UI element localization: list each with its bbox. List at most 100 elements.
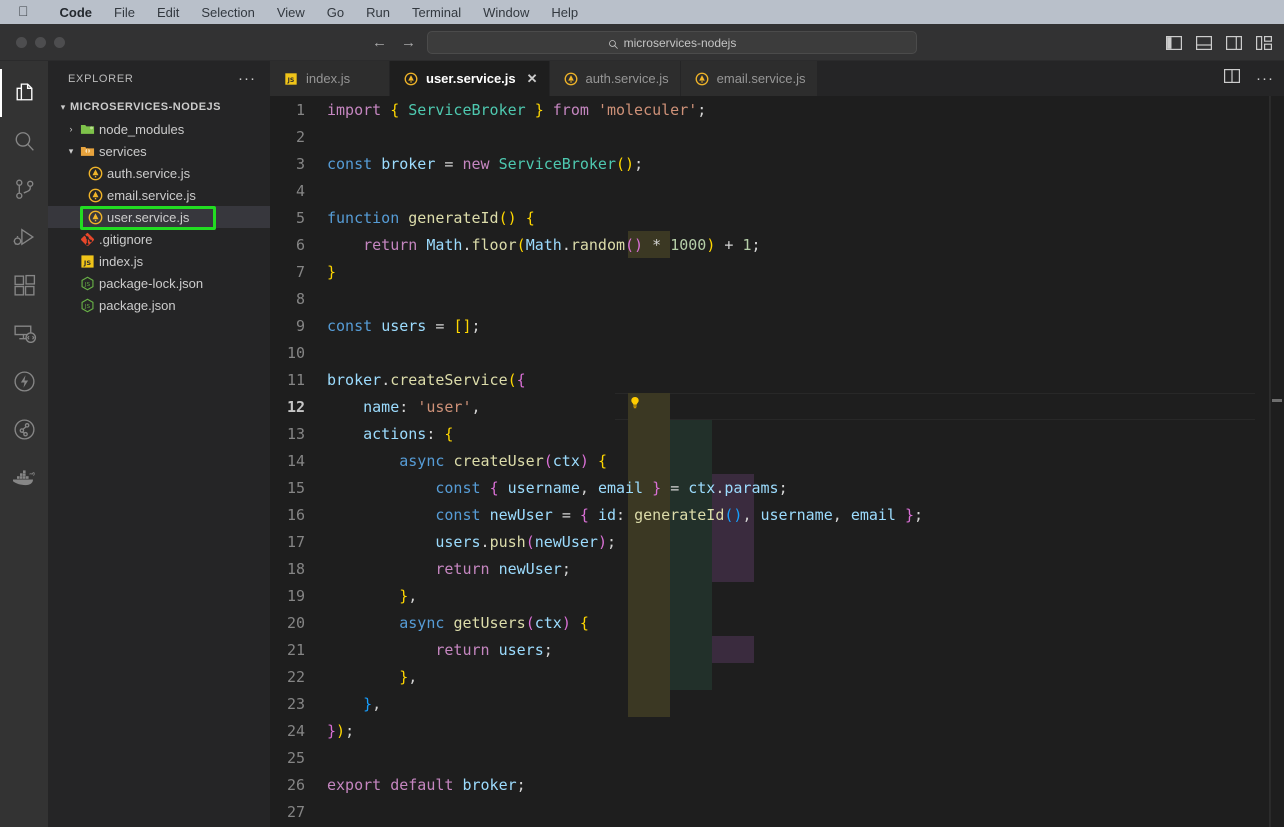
tree-row-package-json[interactable]: JS package.json bbox=[48, 294, 270, 316]
line-number: 4 bbox=[295, 181, 305, 200]
tab-user-service-js[interactable]: user.service.js ✕ bbox=[390, 61, 550, 96]
line-content: return users; bbox=[435, 640, 553, 659]
editor-overview-ruler[interactable] bbox=[1270, 96, 1284, 827]
activitybar-gitlens-button[interactable] bbox=[0, 405, 48, 453]
activitybar-extensions-button[interactable] bbox=[0, 261, 48, 309]
tree-label-index-js: index.js bbox=[99, 253, 144, 269]
js-icon: JS bbox=[283, 71, 299, 87]
customize-layout-icon[interactable] bbox=[1256, 35, 1273, 50]
code-line: 25 bbox=[270, 744, 1284, 771]
window-maximize-button[interactable] bbox=[54, 36, 65, 48]
menu-code[interactable]: Code bbox=[49, 5, 104, 20]
tab-index-js[interactable]: JS index.js bbox=[270, 61, 390, 96]
code-line: 22 }, bbox=[270, 663, 1284, 690]
folder-icon bbox=[78, 122, 96, 137]
activitybar-remote-explorer-button[interactable] bbox=[0, 309, 48, 357]
activitybar-source-control-button[interactable] bbox=[0, 165, 48, 213]
code-line: 23 }, bbox=[270, 690, 1284, 717]
tree-row-node-modules[interactable]: › node_modules bbox=[48, 118, 270, 140]
line-content: const broker = new ServiceBroker(); bbox=[327, 154, 644, 173]
toggle-secondary-sidebar-icon[interactable] bbox=[1226, 35, 1243, 50]
line-content: async createUser(ctx) { bbox=[399, 451, 607, 470]
menu-view[interactable]: View bbox=[266, 5, 316, 20]
apple-logo-icon[interactable]:  bbox=[18, 4, 29, 18]
remote-explorer-icon bbox=[12, 321, 37, 346]
code-line: 11 broker.createService({ bbox=[270, 366, 1284, 393]
tree-row-index-js[interactable]: JS index.js bbox=[48, 250, 270, 272]
menu-edit[interactable]: Edit bbox=[146, 5, 190, 20]
line-number: 17 bbox=[286, 532, 305, 551]
tree-row-email-service-js[interactable]: email.service.js bbox=[48, 184, 270, 206]
moleculer-js-icon bbox=[86, 166, 104, 181]
tree-row-auth-service-js[interactable]: auth.service.js bbox=[48, 162, 270, 184]
tab-label-user-service-js: user.service.js bbox=[426, 71, 516, 86]
menu-help[interactable]: Help bbox=[540, 5, 589, 20]
tree-row-user-service-js[interactable]: user.service.js bbox=[48, 206, 270, 228]
line-content: return Math.floor(Math.random() * 1000) … bbox=[363, 235, 761, 254]
editor-actions: ··· bbox=[1224, 61, 1274, 96]
more-editor-actions-icon[interactable]: ··· bbox=[1256, 71, 1274, 86]
code-action-lightbulb-icon[interactable] bbox=[628, 396, 642, 410]
mac-menubar:  Code File Edit Selection View Go Run T… bbox=[0, 0, 1284, 24]
vscode-window: ← → microservices-nodejs EXPLORER ··· ▾ … bbox=[0, 24, 1284, 827]
code-line: 19 }, bbox=[270, 582, 1284, 609]
tree-row-services[interactable]: ▾ services bbox=[48, 140, 270, 162]
line-number: 18 bbox=[286, 559, 305, 578]
split-editor-right-icon[interactable] bbox=[1224, 69, 1241, 88]
activitybar-search-button[interactable] bbox=[0, 117, 48, 165]
git-icon bbox=[78, 232, 96, 247]
workbench-body: EXPLORER ··· ▾ MICROSERVICES-NODEJS › no… bbox=[0, 61, 1284, 827]
code-line: 24 }); bbox=[270, 717, 1284, 744]
tree-label-index-gitignore: .gitignore bbox=[99, 231, 153, 247]
menu-terminal[interactable]: Terminal bbox=[401, 5, 472, 20]
toggle-primary-sidebar-icon[interactable] bbox=[1166, 35, 1183, 50]
code-editor[interactable]: 1 import { ServiceBroker } from 'molecul… bbox=[270, 96, 1284, 827]
line-content: broker.createService({ bbox=[327, 370, 526, 389]
menu-window[interactable]: Window bbox=[472, 5, 540, 20]
tree-row-project-root[interactable]: ▾ MICROSERVICES-NODEJS bbox=[48, 96, 270, 118]
svg-text:JS: JS bbox=[83, 281, 90, 287]
quick-search-bar[interactable]: microservices-nodejs bbox=[427, 31, 917, 54]
moleculer-js-icon bbox=[694, 71, 710, 87]
menu-run[interactable]: Run bbox=[355, 5, 401, 20]
activitybar-docker-button[interactable] bbox=[0, 453, 48, 501]
activitybar-explorer-button[interactable] bbox=[0, 69, 48, 117]
line-number: 9 bbox=[295, 316, 305, 335]
sidebar-more-actions-icon[interactable]: ··· bbox=[238, 71, 256, 86]
line-number: 5 bbox=[295, 208, 305, 227]
tree-label-project-root: MICROSERVICES-NODEJS bbox=[70, 101, 221, 113]
editor-tabbar: JS index.js user.service.js ✕ auth.servi… bbox=[270, 61, 1284, 96]
tree-label-auth-service-js: auth.service.js bbox=[107, 165, 191, 181]
code-line: 2 bbox=[270, 123, 1284, 150]
menu-selection[interactable]: Selection bbox=[190, 5, 265, 20]
npm-icon: JS bbox=[78, 298, 96, 313]
run-and-debug-icon bbox=[12, 225, 37, 250]
menu-file[interactable]: File bbox=[103, 5, 146, 20]
line-number: 21 bbox=[286, 640, 305, 659]
line-number: 3 bbox=[295, 154, 305, 173]
forward-arrow-icon[interactable]: → bbox=[401, 35, 416, 50]
activitybar-thunder-client-button[interactable] bbox=[0, 357, 48, 405]
back-arrow-icon[interactable]: ← bbox=[372, 35, 387, 50]
line-number: 12 bbox=[286, 397, 305, 416]
tab-email-service-js[interactable]: email.service.js bbox=[680, 61, 818, 96]
line-content: actions: { bbox=[363, 424, 454, 443]
menu-go[interactable]: Go bbox=[316, 5, 355, 20]
window-minimize-button[interactable] bbox=[35, 36, 46, 48]
indent-guide-block-3 bbox=[670, 420, 712, 690]
source-control-icon bbox=[12, 177, 37, 202]
gitlens-icon bbox=[12, 417, 37, 442]
tab-auth-service-js[interactable]: auth.service.js bbox=[549, 61, 681, 96]
tab-close-icon[interactable]: ✕ bbox=[527, 72, 538, 85]
tree-row-gitignore[interactable]: .gitignore bbox=[48, 228, 270, 250]
tree-row-package-lock-json[interactable]: JS package-lock.json bbox=[48, 272, 270, 294]
line-content: name: 'user', bbox=[363, 397, 481, 416]
editor-group: JS index.js user.service.js ✕ auth.servi… bbox=[270, 61, 1284, 827]
line-number: 27 bbox=[286, 802, 305, 821]
activitybar-run-and-debug-button[interactable] bbox=[0, 213, 48, 261]
window-close-button[interactable] bbox=[16, 36, 27, 48]
line-number: 25 bbox=[286, 748, 305, 767]
code-line: 17 users.push(newUser); bbox=[270, 528, 1284, 555]
toggle-panel-icon[interactable] bbox=[1196, 35, 1213, 50]
line-number: 14 bbox=[286, 451, 305, 470]
